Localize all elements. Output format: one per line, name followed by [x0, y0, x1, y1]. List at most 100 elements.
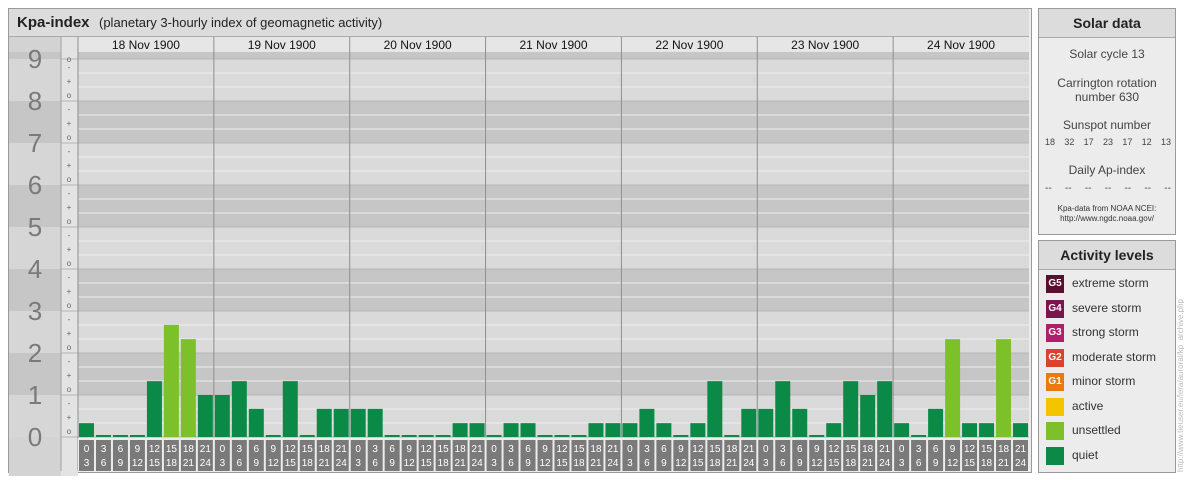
date-label: 24 Nov 1900	[927, 38, 995, 52]
y-tick-label: 8	[28, 86, 42, 116]
ap-value: --	[1084, 183, 1092, 194]
interval-end-label: 9	[661, 458, 667, 469]
kp-bar	[928, 408, 944, 437]
date-label: 19 Nov 1900	[248, 38, 316, 52]
interval-start-label: 15	[709, 444, 721, 455]
interval-start-label: 0	[627, 444, 633, 455]
interval-start-label: 6	[118, 444, 124, 455]
interval-start-label: 0	[355, 444, 361, 455]
ap-value: --	[1104, 183, 1112, 194]
y-minor-label: -	[68, 63, 71, 72]
y-minor-label: o	[67, 91, 72, 100]
interval-end-label: 9	[254, 458, 260, 469]
kp-bar-zero	[571, 435, 587, 437]
y-minor-label: -	[68, 399, 71, 408]
interval-end-label: 21	[998, 458, 1010, 469]
solar-data-heading: Solar data	[1039, 9, 1175, 38]
interval-end-label: 15	[692, 458, 704, 469]
kp-bar	[146, 381, 162, 437]
activity-level-label: severe storm	[1072, 300, 1142, 315]
kp-bar	[214, 395, 230, 437]
y-tick-label: 3	[28, 296, 42, 326]
interval-end-label: 24	[200, 458, 212, 469]
y-minor-label: o	[67, 259, 72, 268]
activity-level-swatch: G3	[1046, 324, 1064, 342]
interval-end-label: 9	[389, 458, 395, 469]
interval-start-label: 21	[879, 444, 891, 455]
interval-start-label: 12	[828, 444, 840, 455]
interval-end-label: 9	[797, 458, 803, 469]
kp-bar-zero	[401, 435, 417, 437]
interval-end-label: 15	[556, 458, 568, 469]
kp-bar	[707, 381, 723, 437]
kp-bar-zero	[554, 435, 570, 437]
ap-value: --	[1164, 183, 1171, 194]
interval-start-label: 21	[200, 444, 212, 455]
interval-start-label: 6	[661, 444, 667, 455]
kp-bar-zero	[724, 435, 740, 437]
y-tick-label: 5	[28, 212, 42, 242]
interval-end-label: 12	[947, 458, 959, 469]
kp-bar	[503, 423, 519, 437]
interval-start-label: 18	[862, 444, 874, 455]
interval-end-label: 24	[472, 458, 484, 469]
interval-end-label: 12	[268, 458, 280, 469]
kp-bar-zero	[486, 435, 502, 437]
interval-end-label: 21	[862, 458, 874, 469]
interval-end-label: 3	[491, 458, 497, 469]
interval-end-label: 18	[438, 458, 450, 469]
interval-end-label: 15	[149, 458, 161, 469]
interval-start-label: 12	[421, 444, 433, 455]
kp-bar	[79, 423, 94, 437]
kp-bar	[197, 395, 213, 437]
interval-end-label: 24	[336, 458, 348, 469]
interval-end-label: 15	[285, 458, 297, 469]
ap-index-values: -- -- -- -- -- -- --	[1045, 183, 1171, 194]
interval-start-label: 9	[542, 444, 548, 455]
kp-bar	[333, 408, 349, 437]
kp-bar	[741, 408, 757, 437]
kp-band	[78, 269, 1029, 311]
y-minor-label: +	[67, 287, 72, 296]
interval-start-label: 15	[845, 444, 857, 455]
kp-bar	[520, 423, 536, 437]
kp-band	[78, 227, 1029, 269]
kp-bar	[231, 381, 247, 437]
activity-level-swatch	[1046, 446, 1064, 465]
kp-bar-zero	[911, 435, 927, 437]
y-minor-label: o	[67, 301, 72, 310]
date-label: 18 Nov 1900	[112, 38, 180, 52]
data-source-line1: Kpa-data from NOAA NCEI:	[1057, 204, 1157, 213]
data-source-link[interactable]: http://www.ngdc.noaa.gov/	[1039, 214, 1175, 224]
y-minor-label: o	[67, 55, 72, 64]
interval-start-label: 9	[135, 444, 141, 455]
interval-start-label: 21	[472, 444, 484, 455]
y-tick-label: 0	[28, 422, 42, 452]
kp-bar	[690, 423, 706, 437]
y-minor-label: +	[67, 119, 72, 128]
activity-level-label: moderate storm	[1072, 349, 1157, 364]
interval-end-label: 18	[981, 458, 993, 469]
interval-end-label: 3	[355, 458, 361, 469]
interval-start-label: 18	[455, 444, 467, 455]
interval-start-label: 21	[1015, 444, 1027, 455]
solar-cycle: Solar cycle 13	[1069, 47, 1145, 61]
sunspot-value: 17	[1122, 137, 1133, 147]
y-minor-label: o	[67, 133, 72, 142]
interval-end-label: 9	[933, 458, 939, 469]
kp-bar	[350, 408, 366, 437]
y-minor-label: -	[68, 231, 71, 240]
interval-start-label: 6	[525, 444, 531, 455]
kp-bar	[962, 423, 978, 437]
ap-value: --	[1045, 183, 1052, 194]
y-tick-label: 6	[28, 170, 42, 200]
interval-start-label: 0	[491, 444, 497, 455]
interval-end-label: 12	[811, 458, 823, 469]
interval-start-label: 15	[438, 444, 450, 455]
y-tick-label: 9	[28, 44, 42, 74]
interval-end-label: 24	[1015, 458, 1027, 469]
interval-start-label: 9	[814, 444, 820, 455]
kp-bar	[1013, 423, 1028, 437]
interval-start-label: 21	[336, 444, 348, 455]
interval-start-label: 21	[607, 444, 619, 455]
